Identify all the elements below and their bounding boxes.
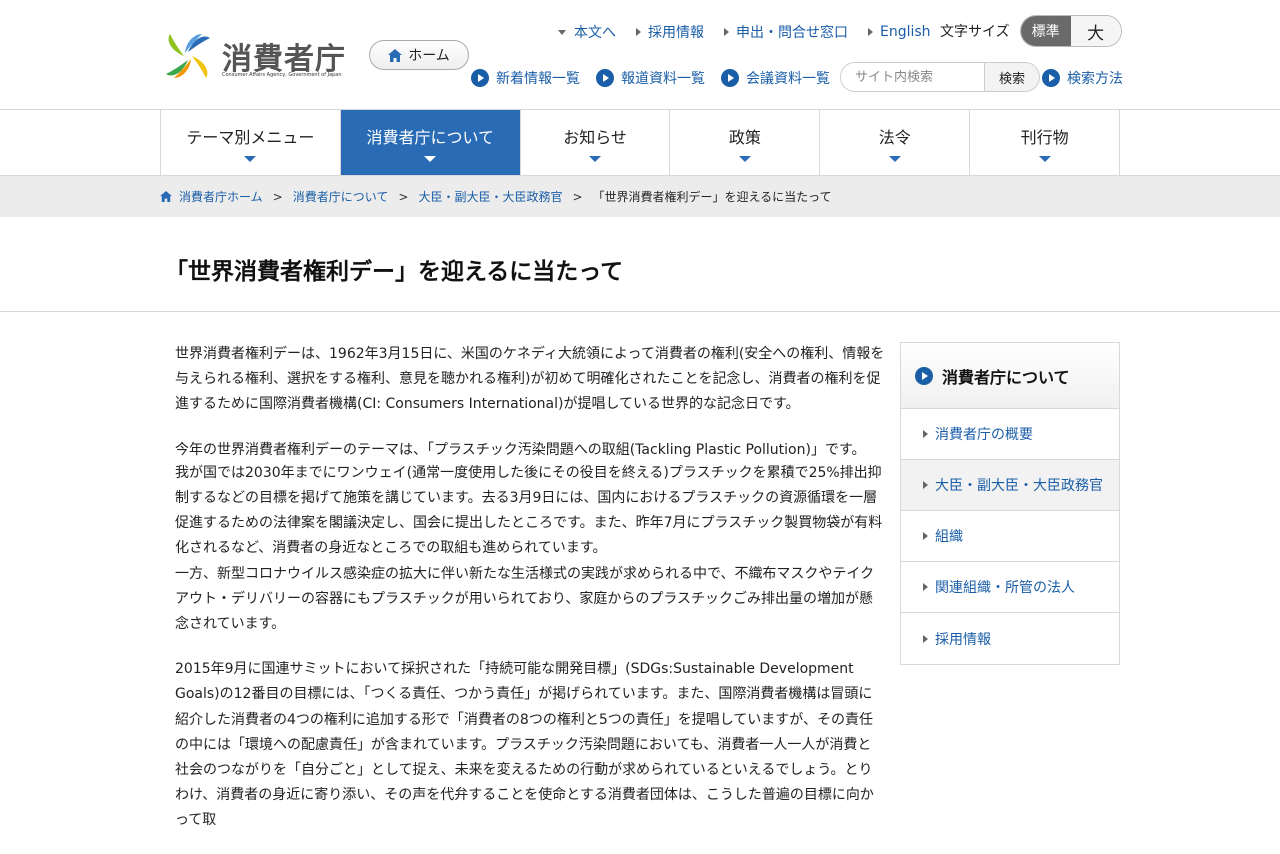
side-item-related-orgs[interactable]: 関連組織・所管の法人 (901, 562, 1119, 613)
chevron-right-icon (724, 28, 729, 36)
caret-down-icon (738, 155, 751, 162)
chevron-right-icon (923, 430, 928, 438)
caret-down-icon (424, 155, 437, 162)
chevron-right-icon (923, 583, 928, 591)
home-icon (388, 48, 403, 62)
meeting-list-link[interactable]: 会議資料一覧 (721, 68, 830, 88)
chevron-right-icon (923, 481, 928, 489)
breadcrumb-separator: > (398, 189, 409, 204)
side-item-overview[interactable]: 消費者庁の概要 (901, 409, 1119, 460)
body-paragraph: 2015年9月に国連サミットにおいて採択された「持続可能な開発目標」(SDGs:… (175, 661, 874, 829)
caret-down-icon (244, 155, 257, 162)
chevron-right-icon (636, 28, 641, 36)
arrow-circle-icon (721, 69, 739, 87)
divider (0, 311, 1280, 312)
search-help-link[interactable]: 検索方法 (1042, 68, 1123, 88)
side-item-ministers[interactable]: 大臣・副大臣・大臣政務官 (901, 460, 1119, 511)
chevron-down-icon (558, 29, 566, 35)
search-button[interactable]: 検索 (984, 63, 1039, 91)
side-menu: 消費者庁について 消費者庁の概要 大臣・副大臣・大臣政務官 組織 関連組織・所管… (900, 342, 1120, 665)
body-line: 一方、新型コロナウイルス感染症の拡大に伴い新たな生活様式の実践が求められる中で、… (175, 565, 875, 633)
site-header: 消費者庁 Consumer Affairs Agency, Government… (0, 0, 1280, 110)
arrow-circle-icon (471, 69, 489, 87)
side-menu-title[interactable]: 消費者庁について (901, 343, 1119, 409)
recruit-link[interactable]: 採用情報 (636, 22, 704, 42)
site-search: 検索 (840, 62, 1040, 92)
body-paragraph: 今年の世界消費者権利デーのテーマは、「プラスチック汚染問題への取組(Tackli… (175, 438, 885, 638)
main-content: 世界消費者権利デーは、1962年3月15日に、米国のケネディ大統領によって消費者… (175, 342, 885, 854)
breadcrumb-ministers-link[interactable]: 大臣・副大臣・大臣政務官 (418, 188, 562, 205)
home-button-label: ホーム (408, 48, 450, 64)
breadcrumb-separator: > (572, 189, 583, 204)
font-size-control: 文字サイズ 標準 大 (940, 15, 1122, 47)
press-list-link[interactable]: 報道資料一覧 (596, 68, 705, 88)
utility-links: 本文へ 採用情報 申出・問合せ窓口 English (558, 22, 951, 42)
nav-item-laws[interactable]: 法令 (820, 110, 971, 175)
nav-item-publications[interactable]: 刊行物 (970, 110, 1120, 175)
english-link[interactable]: English (868, 24, 931, 40)
quick-links: 新着情報一覧 報道資料一覧 会議資料一覧 (471, 68, 846, 88)
global-nav: テーマ別メニュー 消費者庁について お知らせ 政策 法令 刊行物 (160, 110, 1120, 175)
font-size-standard-button[interactable]: 標準 (1020, 16, 1071, 46)
breadcrumb-home-link[interactable]: 消費者庁ホーム (179, 188, 263, 205)
font-size-toggle: 標準 大 (1019, 15, 1122, 47)
body-paragraph: 世界消費者権利デーは、1962年3月15日に、米国のケネディ大統領によって消費者… (175, 346, 885, 413)
nav-item-policy[interactable]: 政策 (670, 110, 821, 175)
arrow-circle-icon (596, 69, 614, 87)
breadcrumb-separator: > (272, 189, 283, 204)
arrow-circle-icon (915, 366, 933, 385)
breadcrumb-current: 「世界消費者権利デー」を迎えるに当たって (592, 190, 832, 204)
site-logo[interactable]: 消費者庁 Consumer Affairs Agency, Government… (160, 30, 350, 82)
home-button[interactable]: ホーム (369, 40, 469, 70)
body-line: 我が国では2030年までにワンウェイ(通常一度使用した後にその役目を終える)プラ… (175, 464, 883, 557)
side-item-organization[interactable]: 組織 (901, 511, 1119, 562)
side-item-recruit[interactable]: 採用情報 (901, 613, 1119, 664)
contact-link[interactable]: 申出・問合せ窓口 (724, 22, 848, 42)
chevron-right-icon (923, 532, 928, 540)
chevron-right-icon (923, 634, 928, 643)
caret-down-icon (589, 155, 602, 162)
font-size-label: 文字サイズ (940, 24, 1010, 40)
home-icon (160, 191, 172, 202)
body-line: 今年の世界消費者権利デーのテーマは、「プラスチック汚染問題への取組(Tackli… (175, 441, 866, 458)
nav-item-about[interactable]: 消費者庁について (340, 110, 521, 175)
arrow-circle-icon (1042, 69, 1060, 87)
page-title: 「世界消費者権利デー」を迎えるに当たって (165, 259, 624, 285)
breadcrumb: 消費者庁ホーム > 消費者庁について > 大臣・副大臣・大臣政務官 > 「世界消… (0, 175, 1280, 217)
logo-subtitle: Consumer Affairs Agency, Government of J… (222, 72, 342, 78)
search-input[interactable] (841, 63, 984, 91)
chevron-right-icon (868, 28, 873, 36)
nav-item-theme-menu[interactable]: テーマ別メニュー (161, 110, 341, 175)
news-list-link[interactable]: 新着情報一覧 (471, 68, 580, 88)
caret-down-icon (888, 155, 901, 162)
nav-item-news[interactable]: お知らせ (521, 110, 671, 175)
caret-down-icon (1038, 155, 1051, 162)
skip-to-content-link[interactable]: 本文へ (558, 22, 616, 42)
breadcrumb-about-link[interactable]: 消費者庁について (293, 188, 389, 205)
logo-mark-icon (166, 34, 210, 78)
font-size-large-button[interactable]: 大 (1070, 16, 1121, 46)
